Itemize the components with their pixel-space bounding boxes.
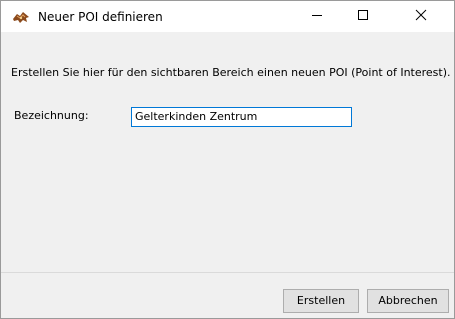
name-input[interactable]	[131, 107, 352, 127]
cancel-button[interactable]: Abbrechen	[367, 289, 449, 313]
minimize-button[interactable]	[294, 1, 340, 32]
dialog-window: Neuer POI definieren Erstellen Sie hier …	[0, 0, 455, 319]
title-bar[interactable]: Neuer POI definieren	[1, 1, 454, 32]
window-title: Neuer POI definieren	[38, 10, 163, 24]
button-bar: Erstellen Abbrechen	[1, 272, 454, 318]
close-icon	[415, 9, 427, 24]
dialog-description: Erstellen Sie hier für den sichtbaren Be…	[11, 66, 451, 79]
name-label: Bezeichnung:	[14, 109, 89, 122]
create-button[interactable]: Erstellen	[283, 289, 359, 313]
maximize-button[interactable]	[340, 1, 386, 32]
maximize-icon	[357, 9, 369, 24]
app-icon	[12, 10, 30, 24]
close-button[interactable]	[387, 1, 454, 32]
minimize-icon	[311, 9, 323, 24]
